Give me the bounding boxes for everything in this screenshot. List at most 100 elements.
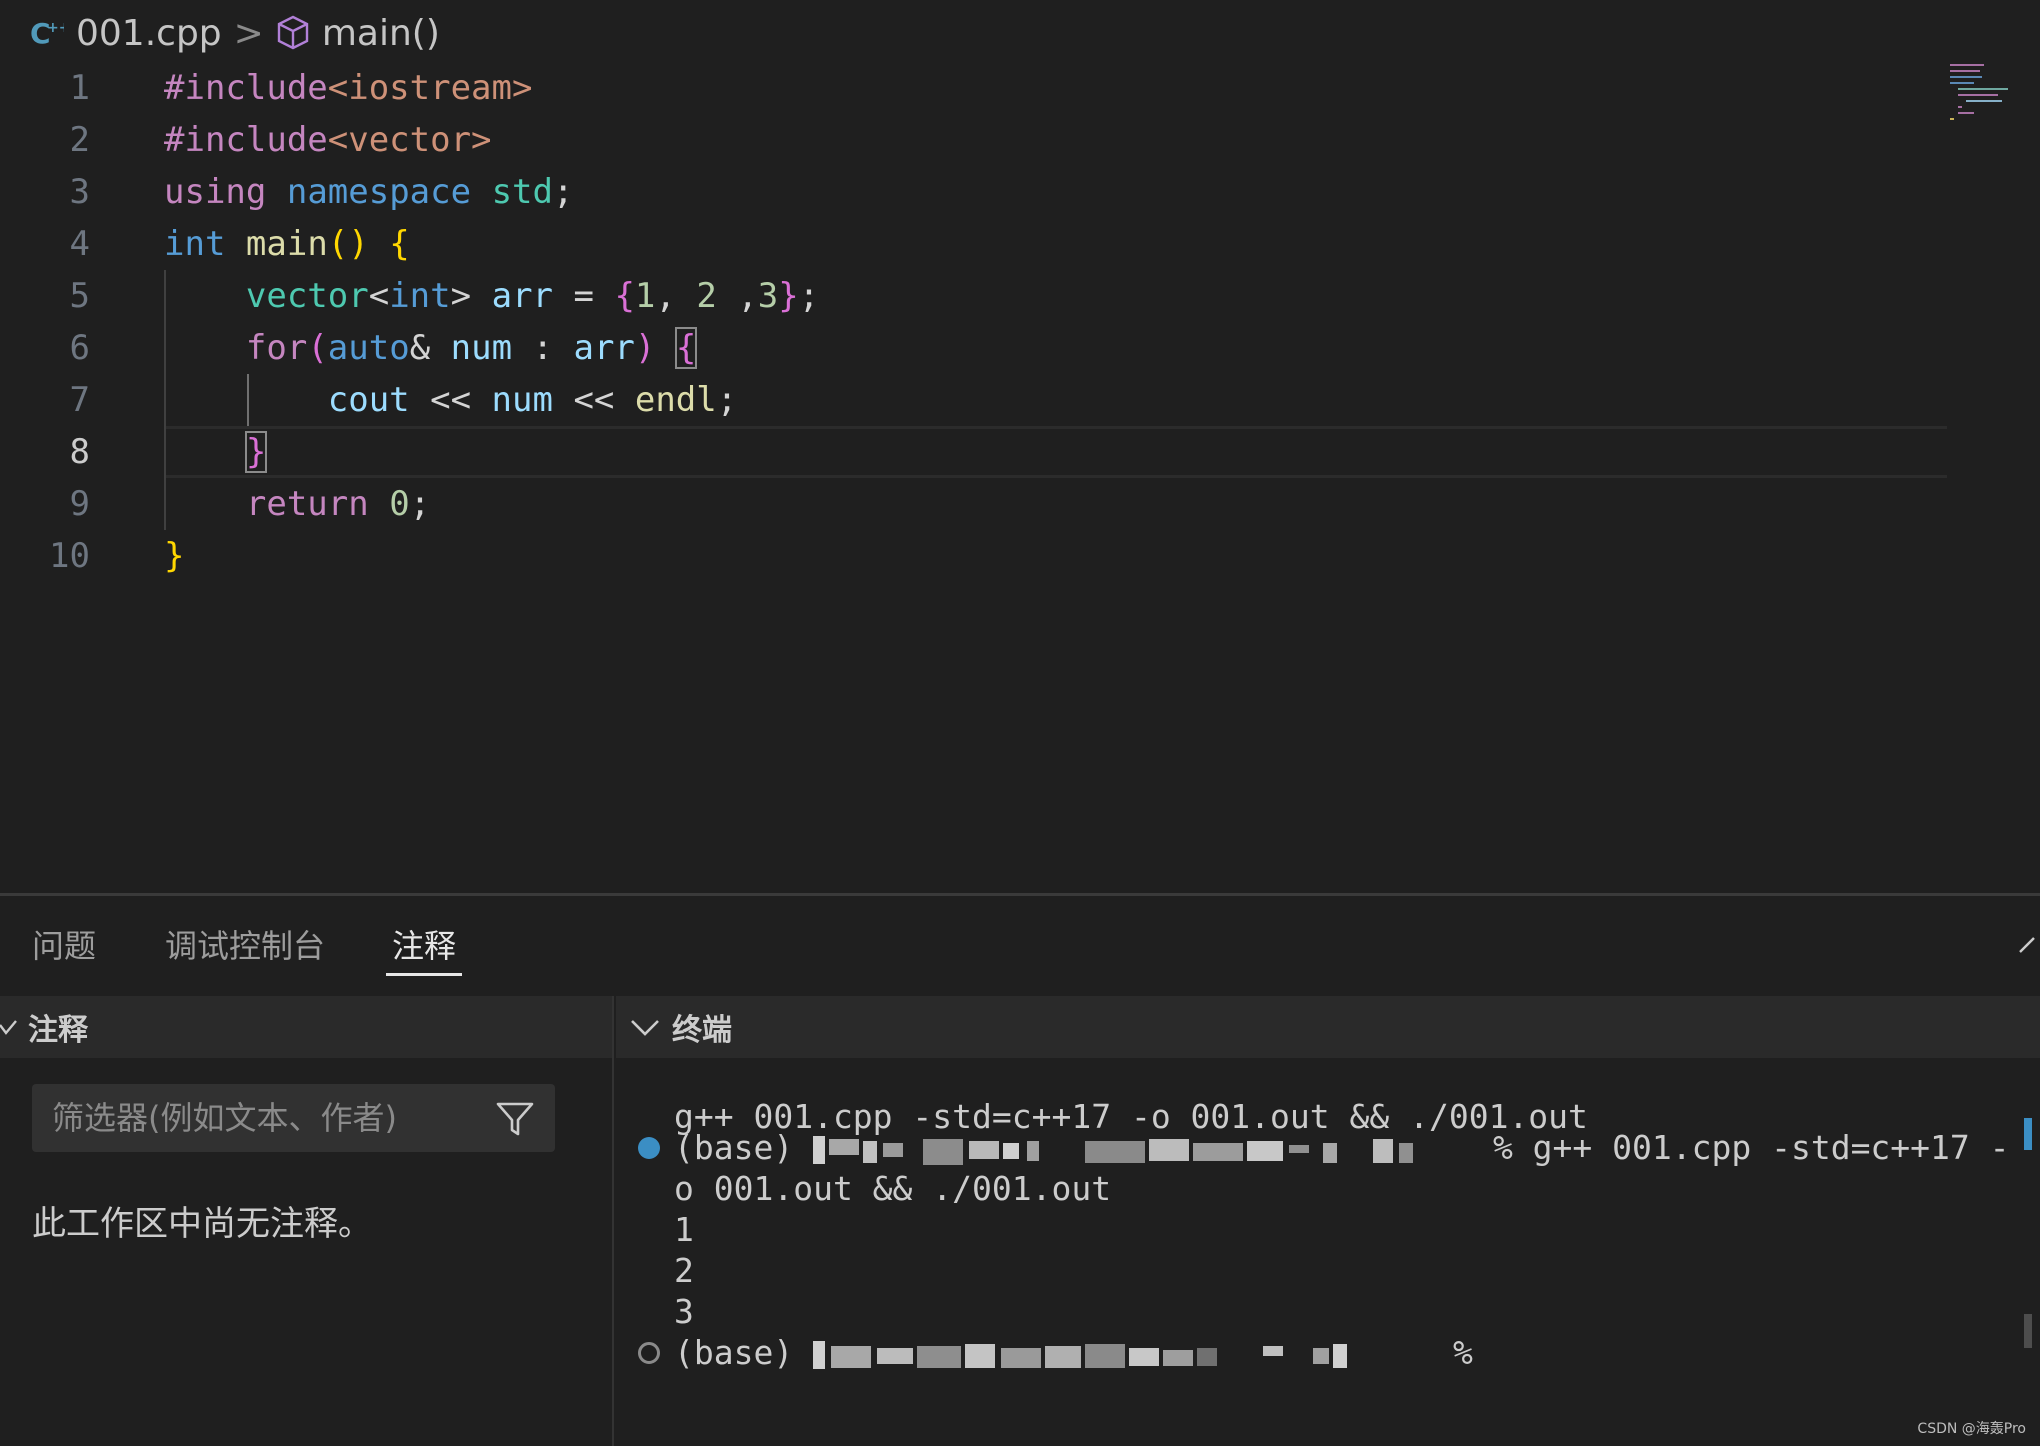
filter-placeholder: 筛选器(例如文本、作者) — [52, 1099, 397, 1137]
code-line[interactable]: 8 } — [0, 426, 2040, 478]
code-token: = — [553, 276, 615, 316]
prompt-command: % g++ 001.cpp -std=c++17 - — [1473, 1128, 2010, 1167]
code-editor[interactable]: C ++ 001.cpp > main() 1#include<iostream… — [0, 0, 2040, 893]
code-token: num — [491, 380, 553, 420]
code-text[interactable]: for(auto& num : arr) { — [164, 322, 698, 374]
code-token: ; — [409, 484, 431, 524]
prompt-prefix: (base) — [674, 1128, 814, 1167]
code-text[interactable]: using namespace std; — [164, 166, 573, 218]
line-number: 3 — [69, 172, 90, 212]
code-token: } — [778, 276, 799, 316]
code-token: ) — [634, 328, 656, 368]
terminal-output-line: 2 — [674, 1251, 694, 1290]
line-number: 6 — [69, 328, 90, 368]
code-text[interactable]: int main() { — [164, 218, 410, 270]
terminal[interactable]: g++ 001.cpp -std=c++17 -o 001.out && ./0… — [616, 1058, 2040, 1446]
code-token: #include — [164, 68, 328, 108]
code-token: cout — [327, 380, 410, 420]
code-line[interactable]: 4 int main() { — [0, 218, 2040, 270]
comments-header[interactable]: 注释 — [0, 996, 612, 1058]
chevron-down-icon — [630, 1010, 662, 1045]
code-token: ( — [307, 328, 328, 368]
code-token: 0 — [389, 484, 410, 524]
code-line[interactable]: 5 vector<int> arr = {1, 2 ,3}; — [0, 270, 2040, 322]
command-success-dot[interactable] — [638, 1137, 660, 1159]
svg-text:++: ++ — [47, 20, 64, 36]
code-token: namespace — [286, 172, 472, 212]
filter-icon[interactable] — [495, 1099, 535, 1139]
line-number: 2 — [69, 120, 90, 160]
line-number: 1 — [69, 68, 90, 108]
code-token: () — [327, 224, 369, 264]
code-lines[interactable]: 1 #include<iostream> 2 #include<vector> 3 usi… — [0, 62, 2040, 582]
code-token: arr — [573, 328, 635, 368]
code-token: > — [450, 276, 472, 316]
cpp-file-icon: C ++ — [30, 16, 64, 50]
code-text[interactable]: #include<iostream> — [164, 62, 532, 114]
code-token: & — [409, 328, 451, 368]
code-token: int — [164, 224, 226, 264]
maximize-panel-icon[interactable] — [2016, 926, 2040, 966]
bottom-panel: 问题 调试控制台 注释 注释 筛选器(例如文本、作者) 此工作区中尚无注释。 终… — [0, 893, 2040, 1446]
code-line[interactable]: 3 using namespace std; — [0, 166, 2040, 218]
code-token: } — [164, 536, 185, 576]
code-text[interactable]: } — [164, 530, 184, 582]
code-token: 3 — [757, 276, 779, 316]
code-token: #include — [164, 120, 328, 160]
breadcrumb-file[interactable]: 001.cpp — [76, 13, 222, 54]
code-token: vector — [245, 276, 369, 316]
chevron-down-icon — [0, 1010, 18, 1045]
comments-empty-message: 此工作区中尚无注释。 — [32, 1204, 372, 1244]
tab-debug-console[interactable]: 调试控制台 — [165, 924, 325, 976]
code-line[interactable]: 7 cout << num << endl; — [0, 374, 2040, 426]
code-text[interactable]: cout << num << endl; — [164, 374, 737, 426]
code-line[interactable]: 6 for(auto& num : arr) { — [0, 322, 2040, 374]
tab-problems[interactable]: 问题 — [32, 924, 96, 976]
code-token: int — [389, 276, 451, 316]
tab-comments[interactable]: 注释 — [386, 924, 463, 976]
code-token: : — [512, 328, 574, 368]
code-text[interactable]: } — [164, 426, 268, 478]
code-token: { — [614, 276, 635, 316]
terminal-pane: 终端 g++ 001.cpp -std=c++17 -o 001.out && … — [616, 996, 2040, 1446]
code-token: num — [450, 328, 513, 368]
minimap[interactable] — [1950, 62, 2020, 122]
line-number: 5 — [69, 276, 90, 316]
line-number: 9 — [69, 484, 90, 524]
line-number: 8 — [69, 432, 90, 472]
comments-pane: 注释 筛选器(例如文本、作者) 此工作区中尚无注释。 — [0, 996, 614, 1446]
code-line[interactable]: 9 return 0; — [0, 478, 2040, 530]
comments-header-label: 注释 — [28, 1013, 88, 1048]
command-pending-dot[interactable] — [638, 1342, 660, 1364]
breadcrumb-symbol[interactable]: main() — [322, 13, 440, 54]
code-token: ; — [552, 172, 574, 212]
code-text[interactable]: return 0; — [164, 478, 430, 530]
line-number: 4 — [69, 224, 90, 264]
code-token: main — [245, 224, 328, 264]
terminal-scrollbar[interactable] — [2024, 1314, 2032, 1348]
code-token: , — [716, 276, 758, 316]
terminal-prompt-line: (base) % g++ 001.cpp -std=c++17 - — [674, 1127, 2010, 1168]
code-line[interactable]: 10} — [0, 530, 2040, 582]
watermark: CSDN @海轰Pro — [1917, 1421, 2026, 1437]
line-number: 10 — [49, 536, 90, 576]
comments-filter-input[interactable]: 筛选器(例如文本、作者) — [32, 1084, 555, 1152]
code-text[interactable]: vector<int> arr = {1, 2 ,3}; — [164, 270, 819, 322]
code-line[interactable]: 1 #include<iostream> — [0, 62, 2040, 114]
code-token: < — [368, 276, 390, 316]
code-text[interactable]: #include<vector> — [164, 114, 492, 166]
code-token: 2 — [696, 276, 717, 316]
code-token: std — [491, 172, 553, 212]
terminal-header[interactable]: 终端 — [616, 996, 2040, 1058]
code-line[interactable]: 2 #include<vector> — [0, 114, 2040, 166]
code-token: << — [409, 380, 492, 420]
prompt-symbol: % — [1433, 1333, 1473, 1372]
